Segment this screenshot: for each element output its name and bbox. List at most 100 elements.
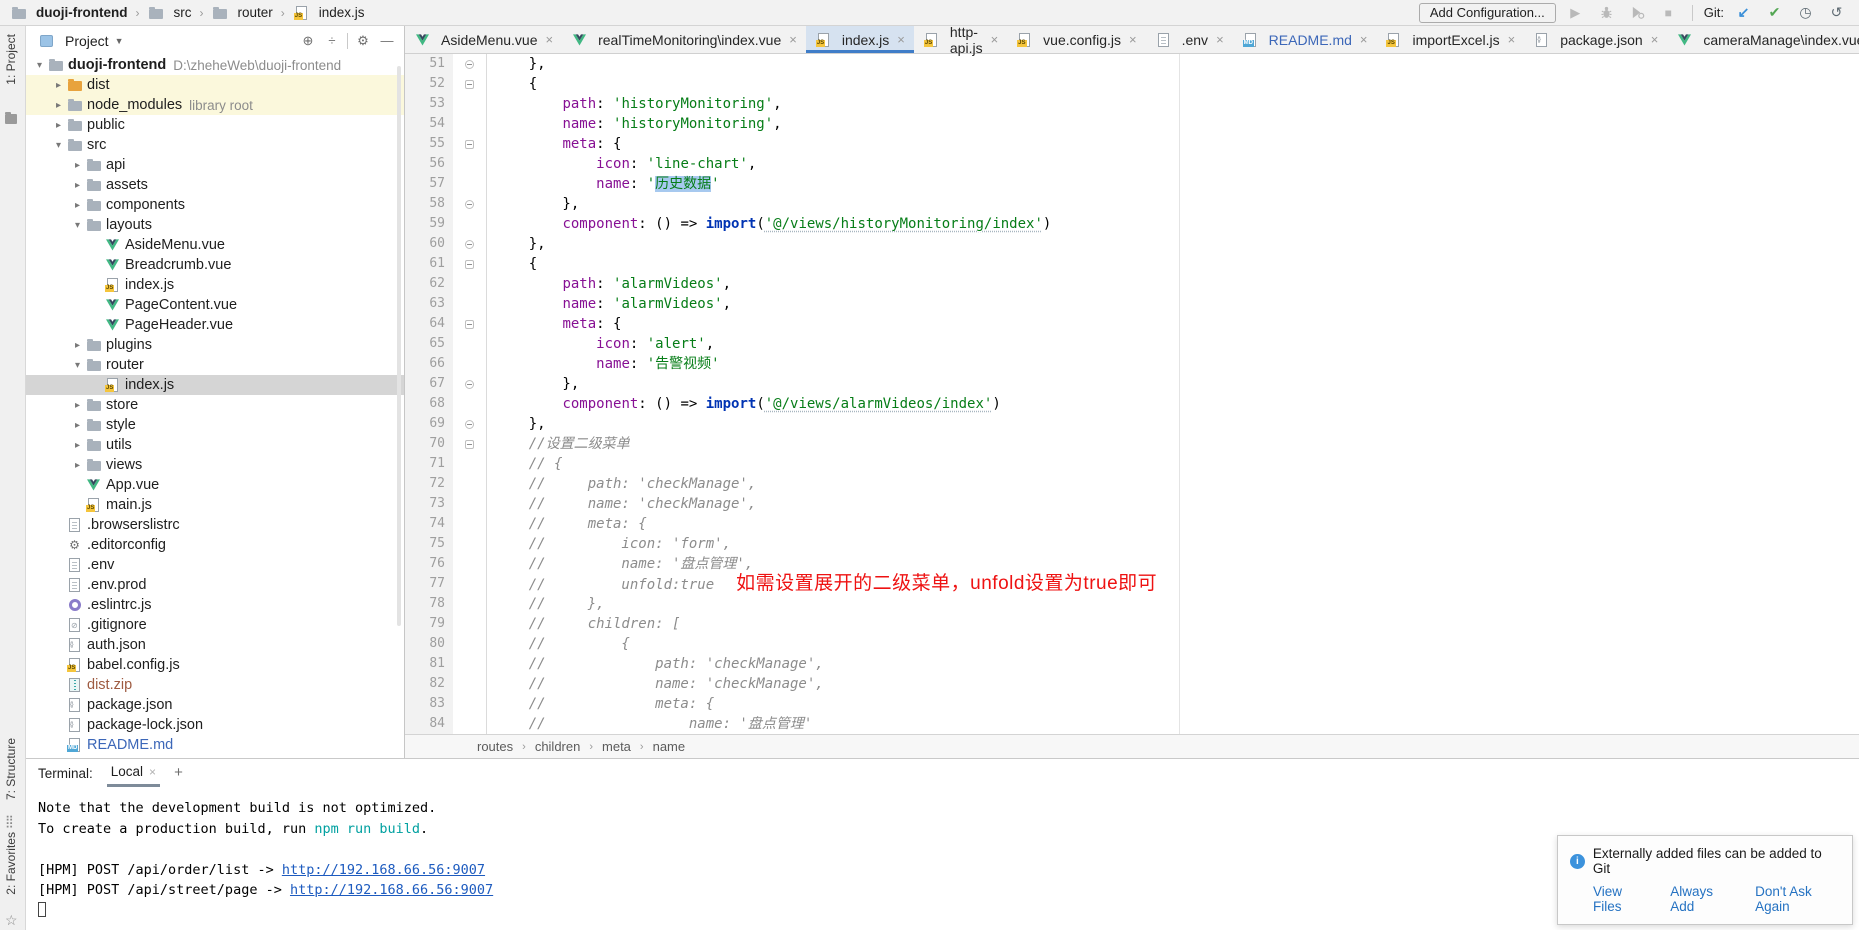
breadcrumb-item-index.js[interactable]: JSindex.js (293, 5, 365, 21)
close-icon[interactable]: × (789, 32, 797, 47)
toolwindow-project-button[interactable]: 1: Project (4, 34, 18, 85)
fold-marker-icon[interactable] (465, 80, 474, 89)
breadcrumb-item-src[interactable]: src (147, 5, 191, 21)
close-icon[interactable]: × (149, 765, 156, 779)
code-line-56[interactable]: 56 icon: 'line-chart', (405, 154, 1859, 174)
coverage-icon[interactable] (1629, 5, 1646, 21)
chevron-down-icon[interactable]: ▼ (115, 36, 124, 46)
tree-item-plugins[interactable]: ▸plugins (26, 335, 404, 355)
terminal-link[interactable]: http://192.168.66.56:9007 (290, 882, 493, 898)
code-line-77[interactable]: 77 // unfold:true如需设置展开的二级菜单，unfold设置为tr… (405, 574, 1859, 594)
code-line-81[interactable]: 81 // path: 'checkManage', (405, 654, 1859, 674)
tree-item-.editorconfig[interactable]: ⚙.editorconfig (26, 535, 404, 555)
chevron-closed-icon[interactable]: ▸ (70, 460, 85, 471)
tree-item-layouts[interactable]: ▾layouts (26, 215, 404, 235)
star-icon[interactable]: ☆ (5, 912, 18, 929)
tab-http-api.js[interactable]: JShttp-api.js× (914, 26, 1007, 53)
tree-item-App.vue[interactable]: App.vue (26, 475, 404, 495)
tree-item-src[interactable]: ▾src (26, 135, 404, 155)
notification-action-don-t-ask-again[interactable]: Don't Ask Again (1755, 884, 1840, 914)
code-line-80[interactable]: 80 // { (405, 634, 1859, 654)
chevron-open-icon[interactable]: ▾ (51, 140, 66, 151)
toolwindow-structure-button[interactable]: 7: Structure (4, 738, 18, 800)
tab-AsideMenu.vue[interactable]: AsideMenu.vue× (405, 26, 562, 53)
chevron-closed-icon[interactable]: ▸ (51, 120, 66, 131)
folder-icon[interactable] (5, 112, 17, 127)
fold-marker-icon[interactable] (465, 60, 474, 69)
tree-item-Breadcrumb.vue[interactable]: Breadcrumb.vue (26, 255, 404, 275)
scrollbar[interactable] (397, 66, 401, 626)
close-icon[interactable]: × (1508, 32, 1516, 47)
close-icon[interactable]: × (1129, 32, 1137, 47)
tree-item-store[interactable]: ▸store (26, 395, 404, 415)
gear-icon[interactable]: ⚙ (354, 33, 372, 49)
code-line-74[interactable]: 74 // meta: { (405, 514, 1859, 534)
tree-item-components[interactable]: ▸components (26, 195, 404, 215)
fold-marker-icon[interactable] (465, 380, 474, 389)
code-line-67[interactable]: 67 }, (405, 374, 1859, 394)
tree-item-index.js[interactable]: JSindex.js (26, 375, 404, 395)
terminal-link[interactable]: http://192.168.66.56:9007 (282, 862, 485, 878)
tree-item-index.js[interactable]: JSindex.js (26, 275, 404, 295)
code-line-76[interactable]: 76 // name: '盘点管理', (405, 554, 1859, 574)
fold-marker-icon[interactable] (465, 320, 474, 329)
close-icon[interactable]: × (991, 32, 999, 47)
tree-item-.env.prod[interactable]: .env.prod (26, 575, 404, 595)
bug-icon[interactable] (1598, 5, 1615, 21)
chevron-closed-icon[interactable]: ▸ (70, 400, 85, 411)
tree-item-dist[interactable]: ▸dist (26, 75, 404, 95)
close-icon[interactable]: × (546, 32, 554, 47)
code-line-65[interactable]: 65 icon: 'alert', (405, 334, 1859, 354)
tree-item-AsideMenu.vue[interactable]: AsideMenu.vue (26, 235, 404, 255)
undo-icon[interactable]: ↺ (1828, 5, 1845, 21)
code-line-75[interactable]: 75 // icon: 'form', (405, 534, 1859, 554)
chevron-open-icon[interactable]: ▾ (70, 220, 85, 231)
tree-item-README.md[interactable]: MDREADME.md (26, 735, 404, 755)
tab-realTimeMonitoring\index.vue[interactable]: realTimeMonitoring\index.vue× (562, 26, 806, 53)
tree-item-babel.config.js[interactable]: JSbabel.config.js (26, 655, 404, 675)
tree-item-.env[interactable]: .env (26, 555, 404, 575)
chevron-open-icon[interactable]: ▾ (32, 60, 47, 71)
tree-item-package-lock.json[interactable]: package-lock.json (26, 715, 404, 735)
breadcrumb-item-duoji-frontend[interactable]: duoji-frontend (10, 5, 127, 21)
locate-icon[interactable]: ⊕ (299, 33, 317, 49)
tree-item-.browserslistrc[interactable]: .browserslistrc (26, 515, 404, 535)
code-line-83[interactable]: 83 // meta: { (405, 694, 1859, 714)
new-terminal-icon[interactable]: + (174, 764, 183, 787)
code-line-78[interactable]: 78 // }, (405, 594, 1859, 614)
code-line-66[interactable]: 66 name: '告警视频' (405, 354, 1859, 374)
code-line-68[interactable]: 68 component: () => import('@/views/alar… (405, 394, 1859, 414)
code-line-84[interactable]: 84 // name: '盘点管理' (405, 714, 1859, 734)
chevron-closed-icon[interactable]: ▸ (70, 420, 85, 431)
collapse-all-icon[interactable]: ÷ (323, 33, 341, 48)
code-line-59[interactable]: 59 component: () => import('@/views/hist… (405, 214, 1859, 234)
fold-marker-icon[interactable] (465, 140, 474, 149)
code-line-51[interactable]: 51 }, (405, 54, 1859, 74)
fold-marker-icon[interactable] (465, 440, 474, 449)
tab-package.json[interactable]: package.json× (1524, 26, 1667, 53)
code-line-63[interactable]: 63 name: 'alarmVideos', (405, 294, 1859, 314)
tree-item-main.js[interactable]: JSmain.js (26, 495, 404, 515)
breadcrumb-item-router[interactable]: router (211, 5, 272, 21)
tree-item-.gitignore[interactable]: .gitignore (26, 615, 404, 635)
editor-breadcrumb-name[interactable]: name (653, 739, 686, 754)
play-icon[interactable]: ▶ (1567, 5, 1584, 21)
code-line-79[interactable]: 79 // children: [ (405, 614, 1859, 634)
notification-action-view-files[interactable]: View Files (1593, 884, 1648, 914)
tree-item-auth.json[interactable]: auth.json (26, 635, 404, 655)
code-line-69[interactable]: 69 }, (405, 414, 1859, 434)
code-line-53[interactable]: 53 path: 'historyMonitoring', (405, 94, 1859, 114)
tree-item-node_modules[interactable]: ▸node_moduleslibrary root (26, 95, 404, 115)
close-icon[interactable]: × (1360, 32, 1368, 47)
chevron-open-icon[interactable]: ▾ (70, 360, 85, 371)
fold-marker-icon[interactable] (465, 200, 474, 209)
toolwindow-favorites-button[interactable]: 2: Favorites (4, 832, 18, 895)
chevron-closed-icon[interactable]: ▸ (70, 160, 85, 171)
tree-item-router[interactable]: ▾router (26, 355, 404, 375)
tree-item-PageContent.vue[interactable]: PageContent.vue (26, 295, 404, 315)
add-configuration-button[interactable]: Add Configuration... (1419, 3, 1556, 23)
tree-item-dist.zip[interactable]: dist.zip (26, 675, 404, 695)
chevron-closed-icon[interactable]: ▸ (70, 440, 85, 451)
code-line-54[interactable]: 54 name: 'historyMonitoring', (405, 114, 1859, 134)
tab-vue.config.js[interactable]: JSvue.config.js× (1007, 26, 1145, 53)
